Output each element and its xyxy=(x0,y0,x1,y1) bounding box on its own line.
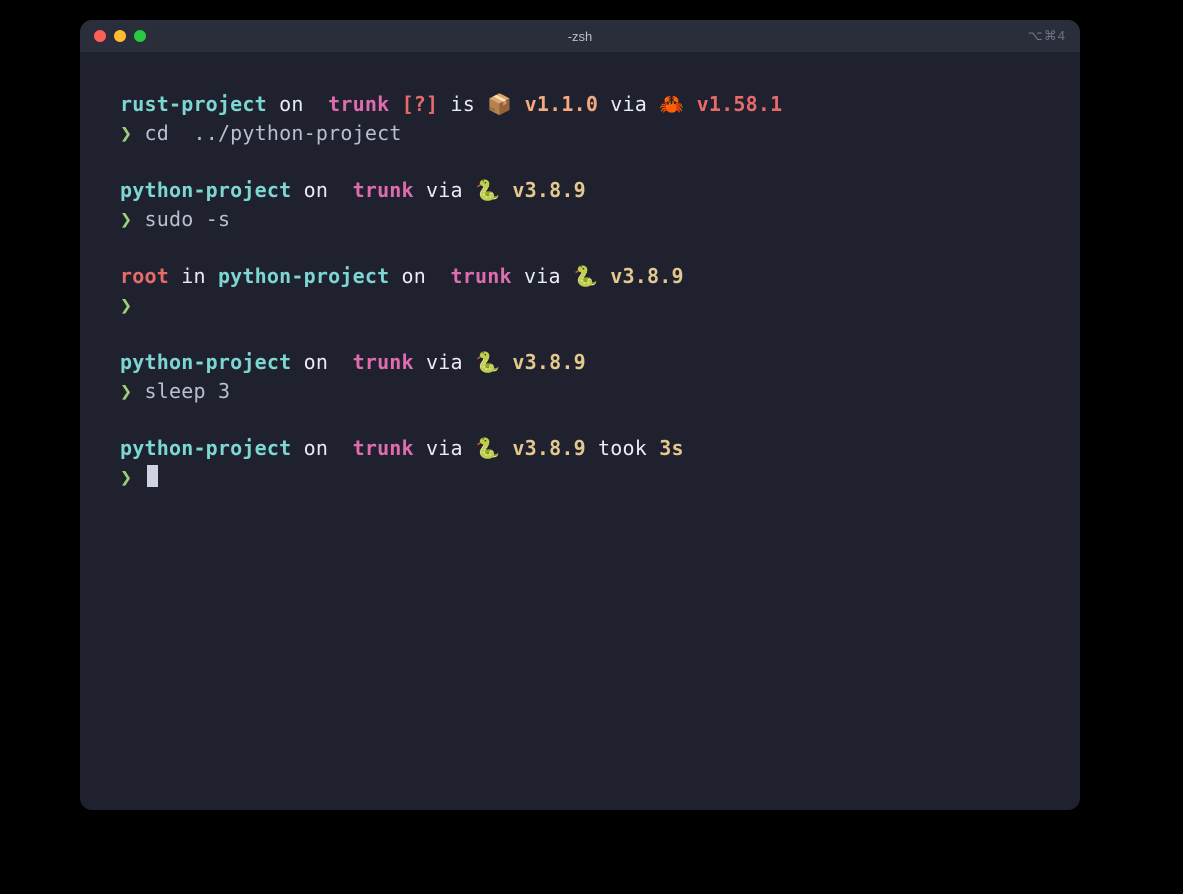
prompt-segment: trunk xyxy=(340,350,413,374)
prompt-segment: python-project xyxy=(120,436,291,460)
cursor xyxy=(147,465,158,487)
prompt-segment: on xyxy=(291,178,340,202)
blank-line xyxy=(120,234,1040,262)
space xyxy=(132,293,144,317)
prompt-segment: v1.58.1 xyxy=(684,92,782,116)
prompt-segment: python-project xyxy=(120,178,291,202)
terminal-window: -zsh ⌥⌘4 rust-project on trunk [?] is 📦 … xyxy=(80,20,1080,810)
prompt-segment: trunk xyxy=(438,264,511,288)
prompt-segment: rust-project xyxy=(120,92,267,116)
prompt-segment: via xyxy=(414,350,475,374)
blank-line xyxy=(120,406,1040,434)
package-icon: 📦 xyxy=(487,92,512,116)
prompt-line: python-project on trunk via 🐍 v3.8.9 xyxy=(120,176,1040,205)
prompt-segment: python-project xyxy=(120,350,291,374)
prompt-segment: v3.8.9 xyxy=(500,436,586,460)
prompt-segment: via xyxy=(512,264,573,288)
prompt-segment: trunk xyxy=(340,178,413,202)
prompt-caret-icon: ❯ xyxy=(120,121,132,145)
command-line[interactable]: ❯ sleep 3 xyxy=(120,377,1040,406)
traffic-lights xyxy=(94,30,146,42)
blank-line xyxy=(120,148,1040,176)
prompt-segment: via xyxy=(598,92,659,116)
command-text: sleep 3 xyxy=(145,379,231,403)
prompt-segment: trunk xyxy=(316,92,389,116)
python-icon: 🐍 xyxy=(573,264,598,288)
prompt-caret-icon: ❯ xyxy=(120,465,132,489)
prompt-caret-icon: ❯ xyxy=(120,293,132,317)
prompt-segment: on xyxy=(291,436,340,460)
prompt-line: python-project on trunk via 🐍 v3.8.9 too… xyxy=(120,434,1040,463)
command-line[interactable]: ❯ xyxy=(120,291,1040,320)
minimize-icon[interactable] xyxy=(114,30,126,42)
prompt-segment: v1.1.0 xyxy=(512,92,598,116)
python-icon: 🐍 xyxy=(475,436,500,460)
close-icon[interactable] xyxy=(94,30,106,42)
prompt-segment: on xyxy=(389,264,438,288)
prompt-caret-icon: ❯ xyxy=(120,379,132,403)
prompt-segment: trunk xyxy=(340,436,413,460)
titlebar: -zsh ⌥⌘4 xyxy=(80,20,1080,52)
prompt-segment: is xyxy=(438,92,487,116)
prompt-segment: in xyxy=(169,264,218,288)
prompt-segment: python-project xyxy=(218,264,389,288)
prompt-segment: 3s xyxy=(659,436,683,460)
space xyxy=(132,379,144,403)
prompt-segment: [?] xyxy=(389,92,438,116)
prompt-segment: on xyxy=(291,350,340,374)
titlebar-shortcut-hint: ⌥⌘4 xyxy=(1028,28,1066,44)
command-line[interactable]: ❯ xyxy=(120,463,1040,492)
prompt-segment: via xyxy=(414,178,475,202)
prompt-segment: took xyxy=(586,436,659,460)
space xyxy=(132,207,144,231)
prompt-segment: root xyxy=(120,264,169,288)
crab-icon: 🦀 xyxy=(659,92,684,116)
python-icon: 🐍 xyxy=(475,350,500,374)
prompt-line: rust-project on trunk [?] is 📦 v1.1.0 vi… xyxy=(120,90,1040,119)
blank-line xyxy=(120,320,1040,348)
prompt-caret-icon: ❯ xyxy=(120,207,132,231)
prompt-line: python-project on trunk via 🐍 v3.8.9 xyxy=(120,348,1040,377)
prompt-segment: v3.8.9 xyxy=(500,350,586,374)
command-text: cd ../python-project xyxy=(145,121,402,145)
prompt-segment: via xyxy=(414,436,475,460)
command-line[interactable]: ❯ sudo -s xyxy=(120,205,1040,234)
prompt-segment: v3.8.9 xyxy=(598,264,684,288)
prompt-segment: on xyxy=(267,92,316,116)
terminal-body[interactable]: rust-project on trunk [?] is 📦 v1.1.0 vi… xyxy=(80,52,1080,810)
prompt-line: root in python-project on trunk via 🐍 v3… xyxy=(120,262,1040,291)
space xyxy=(132,465,144,489)
python-icon: 🐍 xyxy=(475,178,500,202)
zoom-icon[interactable] xyxy=(134,30,146,42)
command-line[interactable]: ❯ cd ../python-project xyxy=(120,119,1040,148)
command-text: sudo -s xyxy=(145,207,231,231)
prompt-segment: v3.8.9 xyxy=(500,178,586,202)
space xyxy=(132,121,144,145)
window-title: -zsh xyxy=(80,29,1080,44)
